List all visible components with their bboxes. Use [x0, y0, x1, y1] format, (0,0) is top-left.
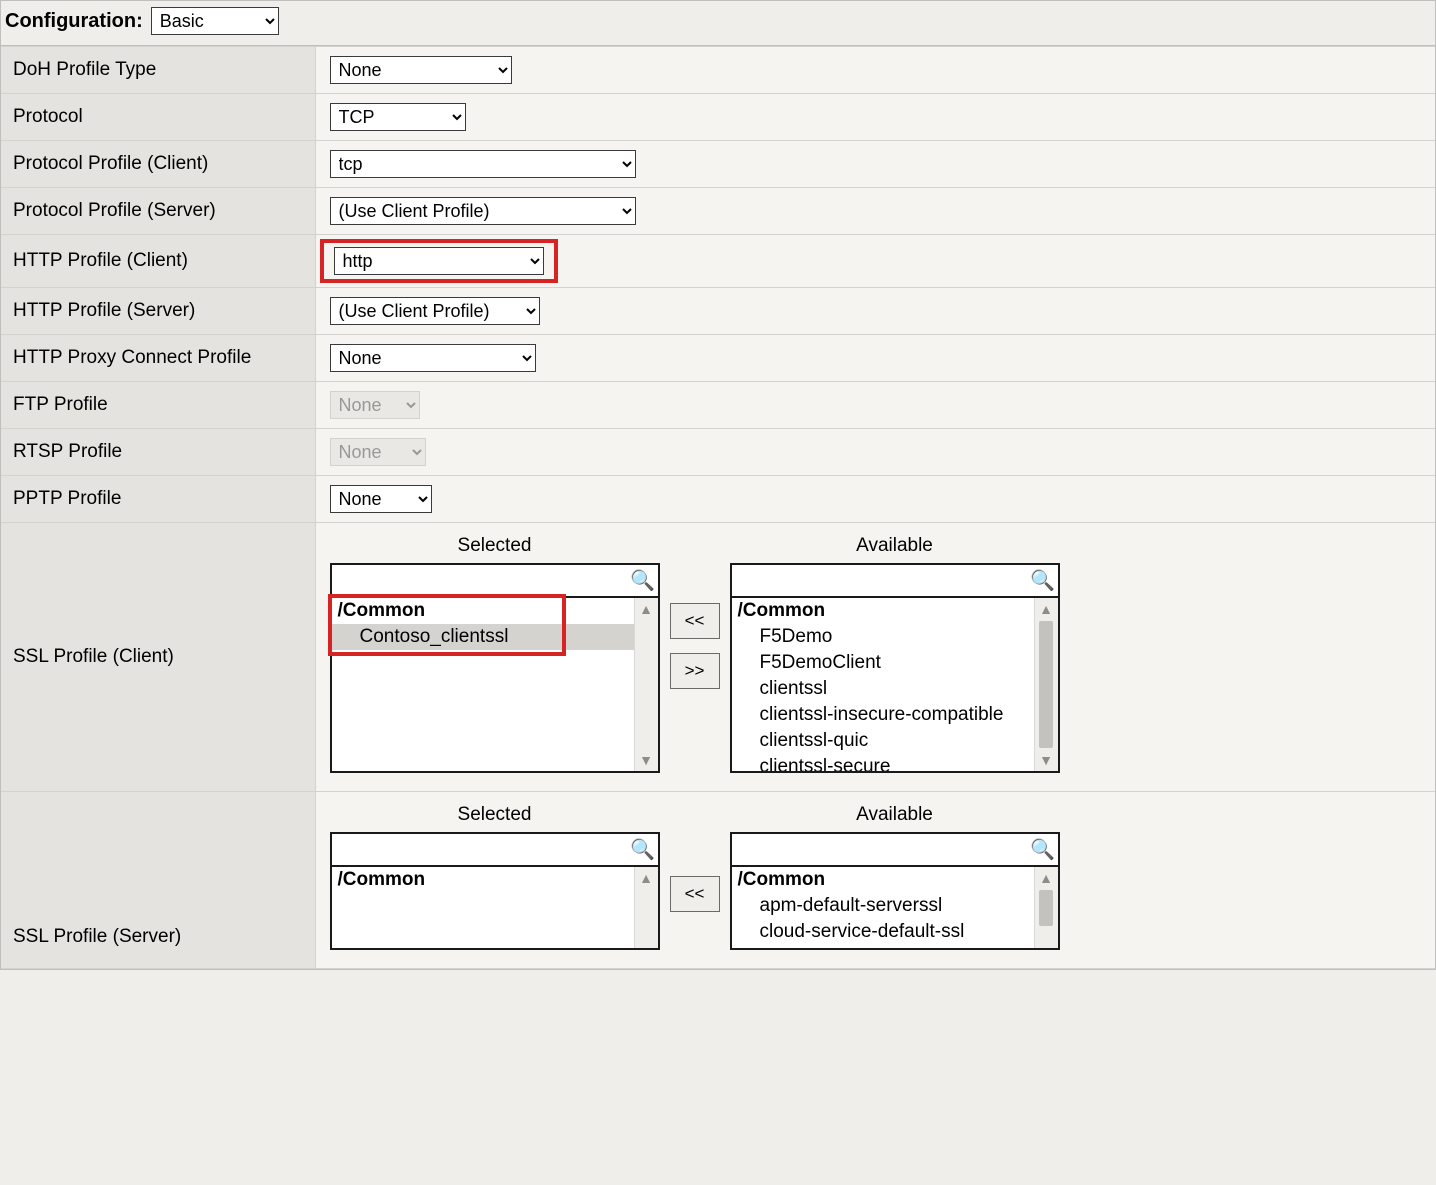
list-item[interactable]: clientssl	[732, 676, 1034, 702]
row-label-ppc: Protocol Profile (Client)	[1, 141, 315, 188]
list-item[interactable]: Contoso_clientssl	[332, 624, 634, 650]
scroll-down-icon[interactable]: ▼	[639, 749, 653, 771]
ssl-client-dual-list: Selected 🔍 /CommonContoso_clientssl ▲ ▼	[330, 531, 1422, 783]
scroll-up-icon[interactable]: ▲	[639, 867, 653, 889]
selected-header: Selected	[330, 804, 660, 826]
list-item[interactable]: clientssl-secure	[732, 754, 1034, 771]
properties-table: DoH Profile Type None Protocol TCP Proto…	[1, 46, 1435, 969]
config-panel: Configuration: Basic DoH Profile Type No…	[0, 0, 1436, 970]
configuration-select[interactable]: Basic	[151, 7, 279, 35]
ssl-server-selected-search-input[interactable]	[332, 836, 628, 864]
scrollbar[interactable]: ▲ ▼	[634, 598, 658, 771]
move-left-button[interactable]: <<	[670, 876, 720, 912]
list-item[interactable]: cloud-service-default-ssl	[732, 919, 1034, 945]
row-label-pps: Protocol Profile (Server)	[1, 188, 315, 235]
ftp-profile-select: None	[330, 391, 420, 419]
ssl-client-selected-search[interactable]: 🔍	[330, 563, 660, 597]
row-label-ssls: SSL Profile (Server)	[1, 792, 315, 969]
list-group: /Common	[732, 598, 1034, 624]
list-group: /Common	[732, 867, 1034, 893]
row-label-doh: DoH Profile Type	[1, 47, 315, 94]
list-item[interactable]: apm-default-serverssl	[732, 893, 1034, 919]
ssl-server-selected-list[interactable]: /Common	[332, 867, 634, 948]
http-profile-client-select[interactable]: http	[334, 247, 544, 275]
ssl-client-selected-search-input[interactable]	[332, 567, 628, 595]
selected-header: Selected	[330, 535, 660, 557]
ssl-server-available-list[interactable]: /Commonapm-default-serversslcloud-servic…	[732, 867, 1034, 948]
list-item[interactable]: F5Demo	[732, 624, 1034, 650]
list-group: /Common	[332, 598, 634, 624]
http-profile-server-select[interactable]: (Use Client Profile)	[330, 297, 540, 325]
scroll-up-icon[interactable]: ▲	[639, 598, 653, 620]
ssl-server-available-search[interactable]: 🔍	[730, 832, 1060, 866]
list-item[interactable]: F5DemoClient	[732, 650, 1034, 676]
scroll-up-icon[interactable]: ▲	[1039, 598, 1053, 620]
row-label-ftp: FTP Profile	[1, 382, 315, 429]
pptp-profile-select[interactable]: None	[330, 485, 432, 513]
scrollbar[interactable]: ▲ ▼	[1034, 598, 1058, 771]
config-bar: Configuration: Basic	[1, 1, 1435, 46]
ssl-client-available-list[interactable]: /CommonF5DemoF5DemoClientclientsslclient…	[732, 598, 1034, 771]
search-icon: 🔍	[628, 568, 658, 593]
list-item[interactable]: clientssl-insecure-compatible	[732, 702, 1034, 728]
row-label-protocol: Protocol	[1, 94, 315, 141]
rtsp-profile-select: None	[330, 438, 426, 466]
search-icon: 🔍	[1028, 568, 1058, 593]
row-label-hpcp: HTTP Proxy Connect Profile	[1, 335, 315, 382]
row-label-rtsp: RTSP Profile	[1, 429, 315, 476]
scroll-down-icon[interactable]: ▼	[1039, 749, 1053, 771]
row-label-hps: HTTP Profile (Server)	[1, 288, 315, 335]
ssl-server-dual-list: Selected 🔍 /Common ▲ ▼	[330, 800, 1422, 960]
move-right-button[interactable]: >>	[670, 653, 720, 689]
ssl-client-available-search-input[interactable]	[732, 567, 1028, 595]
row-label-hpc: HTTP Profile (Client)	[1, 235, 315, 288]
row-label-pptp: PPTP Profile	[1, 476, 315, 523]
protocol-select[interactable]: TCP	[330, 103, 466, 131]
doh-profile-type-select[interactable]: None	[330, 56, 512, 84]
http-proxy-connect-profile-select[interactable]: None	[330, 344, 536, 372]
scroll-thumb[interactable]	[1039, 890, 1053, 926]
ssl-server-selected-search[interactable]: 🔍	[330, 832, 660, 866]
protocol-profile-server-select[interactable]: (Use Client Profile)	[330, 197, 636, 225]
list-item[interactable]: clientssl-quic	[732, 728, 1034, 754]
scroll-thumb[interactable]	[1039, 621, 1053, 748]
move-left-button[interactable]: <<	[670, 603, 720, 639]
ssl-client-available-search[interactable]: 🔍	[730, 563, 1060, 597]
ssl-server-available-search-input[interactable]	[732, 836, 1028, 864]
search-icon: 🔍	[1028, 837, 1058, 862]
configuration-label: Configuration:	[5, 10, 143, 33]
ssl-client-selected-list[interactable]: /CommonContoso_clientssl	[332, 598, 634, 771]
search-icon: 🔍	[628, 837, 658, 862]
available-header: Available	[730, 804, 1060, 826]
scrollbar[interactable]: ▲ ▼	[1034, 867, 1058, 948]
scrollbar[interactable]: ▲ ▼	[634, 867, 658, 948]
scroll-up-icon[interactable]: ▲	[1039, 867, 1053, 889]
list-group: /Common	[332, 867, 634, 893]
available-header: Available	[730, 535, 1060, 557]
http-profile-client-highlight: http	[320, 239, 558, 283]
protocol-profile-client-select[interactable]: tcp	[330, 150, 636, 178]
row-label-sslc: SSL Profile (Client)	[1, 523, 315, 792]
